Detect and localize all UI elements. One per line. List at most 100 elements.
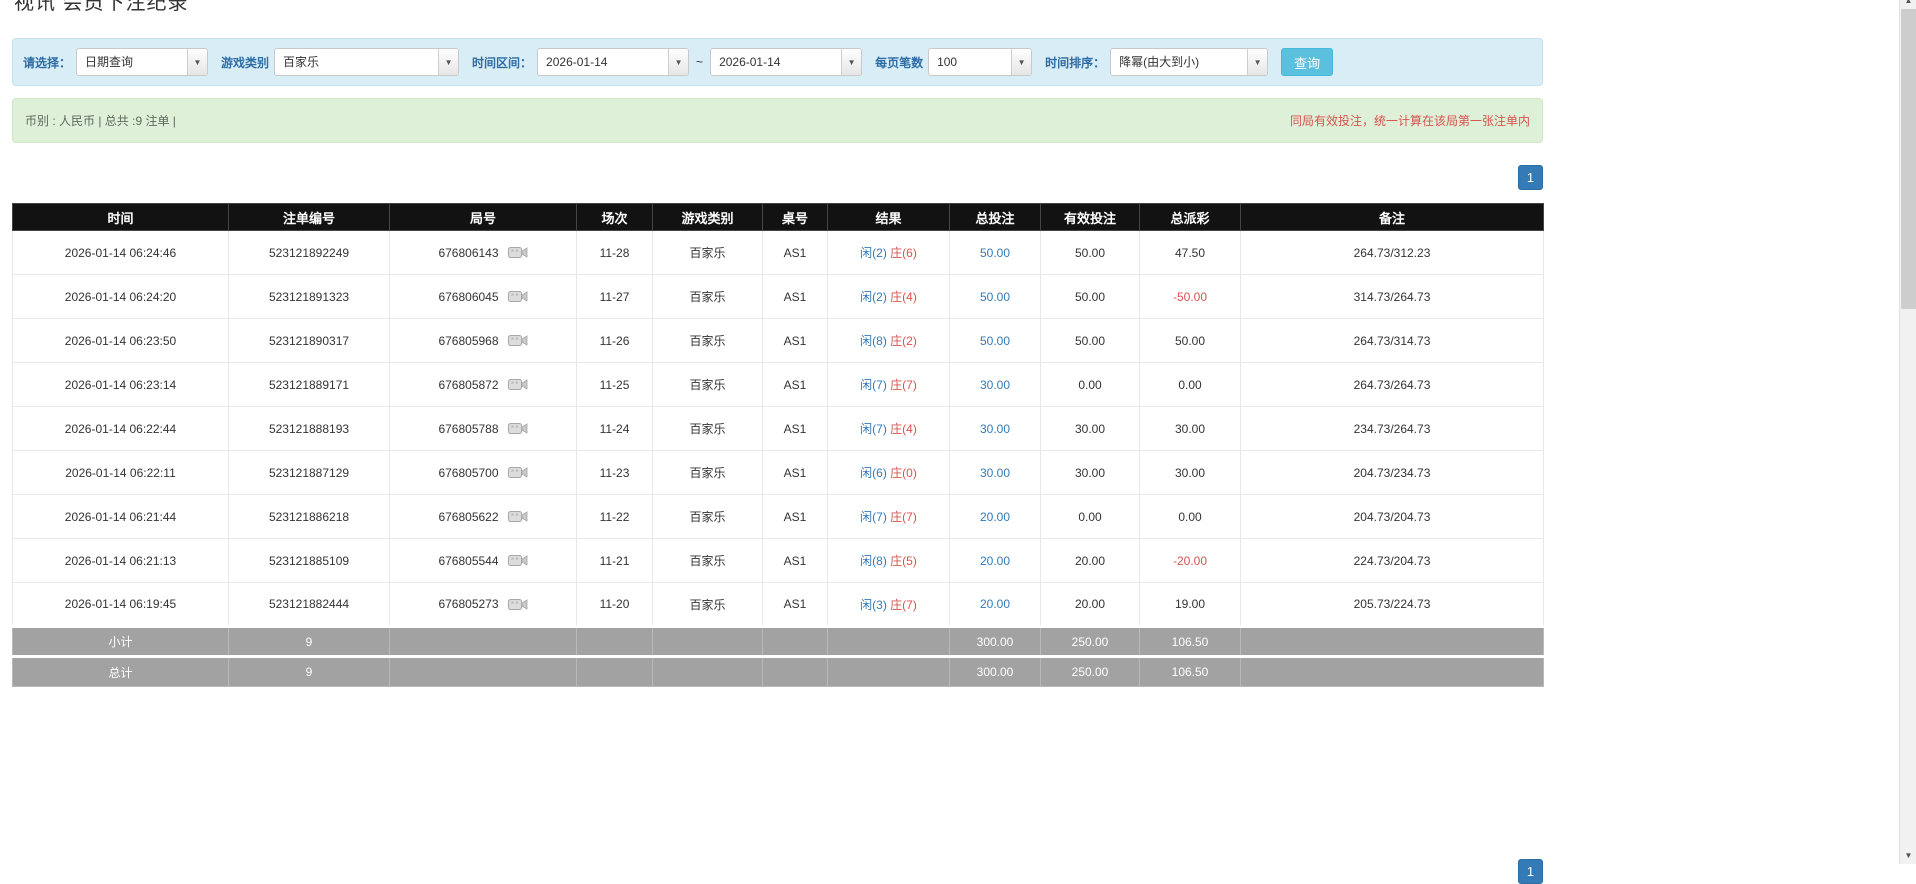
scrollbar-thumb[interactable] xyxy=(1901,9,1916,309)
footer-cell: 250.00 xyxy=(1040,655,1140,687)
total-bet-link[interactable]: 20.00 xyxy=(980,597,1010,611)
valid-bet-cell: 30.00 xyxy=(1040,450,1140,495)
video-icon[interactable] xyxy=(507,245,528,260)
result-player: 闲(8) xyxy=(860,334,887,348)
chevron-down-icon[interactable]: ▼ xyxy=(187,49,208,75)
round-id: 676805622 xyxy=(438,509,499,524)
total-row: 总计 9 300.00 250.00 106.50 xyxy=(12,655,1544,687)
video-icon[interactable] xyxy=(507,377,528,392)
main-content: 视讯 会员下注纪录 请选择： 日期查询 ▼ 游戏类别 百家乐 ▼ 时间区间： 2… xyxy=(12,0,1544,884)
footer-cell xyxy=(762,625,828,657)
result-cell: 闲(7) 庄(7) xyxy=(827,362,950,407)
footer-cell xyxy=(389,655,577,687)
game-type-label: 游戏类别 xyxy=(221,55,270,70)
date-mode-value: 日期查询 xyxy=(85,55,134,69)
footer-cell: 总计 xyxy=(12,655,229,687)
session-cell: 11-20 xyxy=(576,582,653,627)
chevron-down-icon[interactable]: ▼ xyxy=(668,49,689,75)
time-cell: 2026-01-14 06:19:45 xyxy=(12,582,229,627)
round-id: 676806143 xyxy=(438,245,499,260)
video-icon[interactable] xyxy=(507,465,528,480)
total-bet-link[interactable]: 50.00 xyxy=(980,290,1010,304)
table-no-cell: AS1 xyxy=(762,538,828,583)
total-bet-link[interactable]: 30.00 xyxy=(980,466,1010,480)
total-bet-cell: 20.00 xyxy=(949,494,1041,539)
video-icon[interactable] xyxy=(507,509,528,524)
search-button[interactable]: 查询 xyxy=(1281,48,1334,76)
chevron-down-icon[interactable]: ▼ xyxy=(438,49,459,75)
column-header: 备注 xyxy=(1240,203,1544,231)
bet-id-cell: 523121882444 xyxy=(228,582,390,627)
page-size-label: 每页笔数 xyxy=(875,55,924,70)
payout-cell: -50.00 xyxy=(1139,274,1241,319)
note-cell: 264.73/312.23 xyxy=(1240,230,1544,275)
footer-cell: 300.00 xyxy=(949,655,1041,687)
column-header: 桌号 xyxy=(762,203,828,231)
video-icon[interactable] xyxy=(507,597,528,612)
scroll-up-icon[interactable]: ▲ xyxy=(1900,0,1916,9)
result-player: 闲(3) xyxy=(860,597,887,612)
game-type-cell: 百家乐 xyxy=(652,406,763,451)
page-1-button[interactable]: 1 xyxy=(1518,165,1543,190)
date-mode-select[interactable]: 日期查询 ▼ xyxy=(76,48,209,76)
payout-value: 30.00 xyxy=(1174,421,1206,436)
subtotal-row: 小计 9 300.00 250.00 106.50 xyxy=(12,625,1544,657)
column-header: 时间 xyxy=(12,203,229,231)
footer-cell xyxy=(652,625,763,657)
scroll-down-icon[interactable]: ▼ xyxy=(1900,847,1916,864)
date-to-select[interactable]: 2026-01-14 ▼ xyxy=(710,48,863,76)
column-header: 总派彩 xyxy=(1139,203,1241,231)
game-type-cell: 百家乐 xyxy=(652,318,763,363)
time-cell: 2026-01-14 06:24:20 xyxy=(12,274,229,319)
result-player: 闲(7) xyxy=(860,378,887,392)
result-player: 闲(7) xyxy=(860,422,887,436)
note-cell: 264.73/264.73 xyxy=(1240,362,1544,407)
footer-cell: 9 xyxy=(228,655,390,687)
bet-id-cell: 523121890317 xyxy=(228,318,390,363)
chevron-down-icon[interactable]: ▼ xyxy=(1011,49,1032,75)
currency-summary: 币别 : 人民币 | 总共 :9 注单 | xyxy=(25,114,176,128)
table-header-row: 时间 注单编号 局号 场次 游戏类别 桌号 结果 总投注 有效投注 总派彩 备注 xyxy=(12,203,1544,231)
bet-id-cell: 523121889171 xyxy=(228,362,390,407)
vertical-scrollbar[interactable]: ▲ ▼ xyxy=(1899,0,1916,864)
footer-cell xyxy=(389,625,577,657)
total-bet-cell: 50.00 xyxy=(949,318,1041,363)
result-player: 闲(2) xyxy=(860,290,887,304)
game-type-select[interactable]: 百家乐 ▼ xyxy=(274,48,460,76)
footer-cell xyxy=(576,655,653,687)
total-bet-link[interactable]: 30.00 xyxy=(980,422,1010,436)
page-size-select[interactable]: 100 ▼ xyxy=(928,48,1033,76)
footer-cell: 250.00 xyxy=(1040,625,1140,657)
column-header: 总投注 xyxy=(949,203,1041,231)
total-bet-cell: 30.00 xyxy=(949,450,1041,495)
total-bet-link[interactable]: 50.00 xyxy=(980,334,1010,348)
video-icon[interactable] xyxy=(507,421,528,436)
time-cell: 2026-01-14 06:22:11 xyxy=(12,450,229,495)
result-player: 闲(8) xyxy=(860,554,887,568)
result-banker: 庄(2) xyxy=(890,334,917,348)
video-icon[interactable] xyxy=(507,553,528,568)
session-cell: 11-26 xyxy=(576,318,653,363)
valid-bet-cell: 50.00 xyxy=(1040,230,1140,275)
column-header: 场次 xyxy=(576,203,653,231)
total-bet-link[interactable]: 30.00 xyxy=(980,378,1010,392)
video-icon[interactable] xyxy=(507,333,528,348)
bet-id-cell: 523121888193 xyxy=(228,406,390,451)
total-bet-link[interactable]: 50.00 xyxy=(980,246,1010,260)
result-cell: 闲(2) 庄(4) xyxy=(827,274,950,319)
sort-order-select[interactable]: 降幂(由大到小) ▼ xyxy=(1110,48,1269,76)
total-bet-link[interactable]: 20.00 xyxy=(980,554,1010,568)
sort-order-label: 时间排序： xyxy=(1045,55,1106,70)
date-to-value: 2026-01-14 xyxy=(719,55,781,69)
video-icon[interactable] xyxy=(507,289,528,304)
table-no-cell: AS1 xyxy=(762,494,828,539)
date-from-select[interactable]: 2026-01-14 ▼ xyxy=(537,48,690,76)
table-no-cell: AS1 xyxy=(762,406,828,451)
total-bet-link[interactable]: 20.00 xyxy=(980,510,1010,524)
chevron-down-icon[interactable]: ▼ xyxy=(1247,49,1268,75)
table-row: 2026-01-14 06:24:46 523121892249 676806143… xyxy=(12,230,1544,275)
bet-records-table: 时间 注单编号 局号 场次 游戏类别 桌号 结果 总投注 有效投注 总派彩 备注 2026-01-1… xyxy=(12,203,1544,687)
footer-cell xyxy=(827,655,950,687)
session-cell: 11-25 xyxy=(576,362,653,407)
chevron-down-icon[interactable]: ▼ xyxy=(841,49,862,75)
